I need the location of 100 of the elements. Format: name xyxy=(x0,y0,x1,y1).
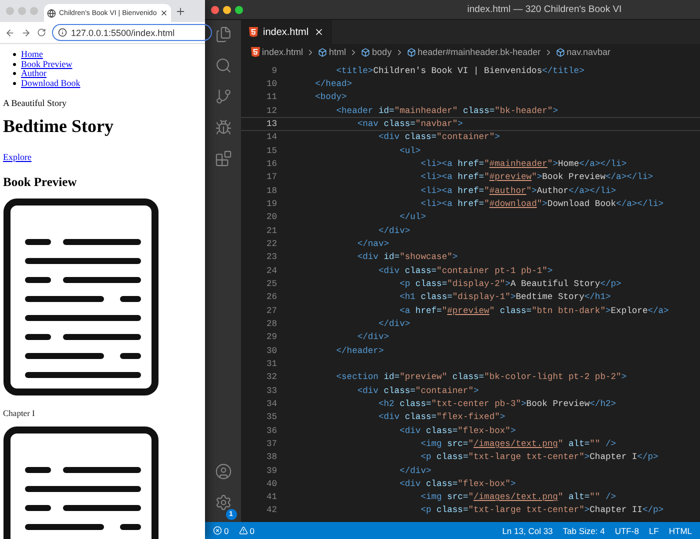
code-line: </div> xyxy=(356,332,390,342)
bullet xyxy=(13,62,16,66)
back-icon[interactable] xyxy=(5,28,15,38)
line-number: 26 xyxy=(265,292,277,302)
html5-icon xyxy=(251,47,260,57)
nav-link[interactable]: Home xyxy=(21,50,43,60)
page-heading: Bedtime Story xyxy=(3,116,114,137)
line-number: 24 xyxy=(265,266,277,276)
bullet xyxy=(13,53,16,56)
breadcrumb[interactable]: index.html xyxy=(262,47,304,57)
close-icon[interactable] xyxy=(160,9,168,17)
code-line: <div class="flex-box"> xyxy=(398,426,516,436)
code-line: </head> xyxy=(314,78,352,89)
editor-tab[interactable]: index.html xyxy=(241,20,332,44)
reload-icon[interactable] xyxy=(37,28,46,37)
breadcrumb[interactable]: body xyxy=(372,47,392,57)
code-line: <p class="txt-large txt-center">Chapter II</p> xyxy=(420,505,664,516)
nav-link[interactable]: Author xyxy=(21,69,46,78)
code-line: <div class="container pt-1 pb-1"> xyxy=(377,266,553,276)
element-icon xyxy=(318,48,328,56)
error-count[interactable]: 0 xyxy=(224,526,229,536)
line-number: 33 xyxy=(265,386,277,396)
window-zoom-dot[interactable] xyxy=(235,6,243,14)
code-line: </ul> xyxy=(398,212,426,222)
line-number: 12 xyxy=(265,106,277,116)
line-number: 10 xyxy=(265,78,277,89)
line-number: 40 xyxy=(265,478,277,489)
line-number: 13 xyxy=(265,118,277,129)
forward-icon[interactable] xyxy=(21,28,31,38)
code-line: <p class="display-2">A Beautiful Story</p> xyxy=(398,278,622,289)
close-icon[interactable] xyxy=(314,27,324,37)
line-number: 15 xyxy=(265,146,277,156)
window-minimize-dot[interactable] xyxy=(223,6,231,14)
code-line: <img src="/images/text.png" alt="" /> xyxy=(420,492,616,502)
window-zoom-dot[interactable] xyxy=(30,7,38,15)
explore-link[interactable]: Explore xyxy=(3,152,32,162)
bullet xyxy=(13,72,16,76)
warning-count[interactable]: 0 xyxy=(250,526,254,536)
code-line: <div class="container"> xyxy=(377,132,500,142)
line-number: 32 xyxy=(265,372,277,382)
chapter-caption: Chapter I xyxy=(3,408,36,418)
code-line: <div class="container"> xyxy=(356,386,479,396)
breadcrumb[interactable]: nav.navbar xyxy=(566,47,611,57)
new-tab-icon[interactable] xyxy=(174,6,186,16)
code-line: <div id="showcase"> xyxy=(356,252,458,262)
bullet xyxy=(13,82,16,85)
line-number: 18 xyxy=(265,186,277,196)
line-number: 11 xyxy=(265,92,277,102)
code-line: <li><a href="#download">Download Book</a></li> xyxy=(420,198,664,209)
code-line: <p class="txt-large txt-center">Chapter I</p> xyxy=(420,452,658,462)
line-number: 28 xyxy=(265,318,277,329)
code-line: <li><a href="#author">Author</a></li> xyxy=(420,186,616,196)
window-close-dot[interactable] xyxy=(211,6,219,14)
code-line: <section id="preview" class="bk-color-light pt-2 pb-2"> xyxy=(335,372,627,382)
status-item[interactable]: LF xyxy=(648,526,659,536)
nav-link[interactable]: Book Preview xyxy=(21,60,72,69)
html5-icon xyxy=(249,27,258,37)
line-number: 29 xyxy=(265,332,277,342)
branch-icon[interactable] xyxy=(214,88,232,105)
line-number: 37 xyxy=(265,438,277,449)
line-number: 14 xyxy=(265,132,277,142)
status-item[interactable]: HTML xyxy=(668,526,692,536)
status-item[interactable]: Ln 13, Col 33 xyxy=(502,526,553,536)
line-number: 25 xyxy=(265,278,277,289)
line-number: 30 xyxy=(265,346,277,356)
error-icon xyxy=(213,526,222,535)
line-number: 42 xyxy=(265,505,277,516)
breadcrumb[interactable]: header#mainheader.bk-header xyxy=(418,47,541,57)
element-icon xyxy=(556,48,565,56)
line-number: 23 xyxy=(265,252,277,262)
code-line: <title>Children's Book VI | Bienvenidos</title> xyxy=(335,66,584,76)
window-minimize-dot[interactable] xyxy=(18,7,26,15)
line-number: 21 xyxy=(265,226,277,236)
line-number: 39 xyxy=(265,466,277,476)
line-number: 38 xyxy=(265,452,277,462)
line-number: 9 xyxy=(270,66,277,76)
status-item[interactable]: Tab Size: 4 xyxy=(562,526,605,536)
bug-icon[interactable] xyxy=(214,119,232,136)
settings-icon[interactable] xyxy=(214,494,232,511)
status-item[interactable]: UTF-8 xyxy=(614,526,639,536)
code-line: <h1 class="display-1">Bedtime Story</h1> xyxy=(398,292,611,302)
line-number: 19 xyxy=(265,198,277,209)
code-line: <a href="#preview" class="btn btn-dark">Explore</a> xyxy=(398,306,669,316)
breadcrumb[interactable]: html xyxy=(329,47,346,57)
line-number: 34 xyxy=(265,398,277,409)
line-number: 22 xyxy=(265,238,277,249)
files-icon[interactable] xyxy=(214,26,232,43)
extensions-icon[interactable] xyxy=(214,150,232,167)
code-line: </nav> xyxy=(356,238,390,249)
element-icon xyxy=(361,48,370,56)
code-line: </div> xyxy=(398,466,432,476)
line-number: 36 xyxy=(265,426,277,436)
code-line: <img src="/images/text.png" alt="" /> xyxy=(420,438,616,449)
window-close-dot[interactable] xyxy=(6,7,14,15)
line-number: 35 xyxy=(265,412,277,422)
code-line: <div class="flex-box"> xyxy=(398,478,516,489)
search-icon[interactable] xyxy=(214,57,232,74)
nav-link[interactable]: Download Book xyxy=(21,78,80,88)
account-icon[interactable] xyxy=(214,463,232,480)
line-number: 27 xyxy=(265,306,277,316)
